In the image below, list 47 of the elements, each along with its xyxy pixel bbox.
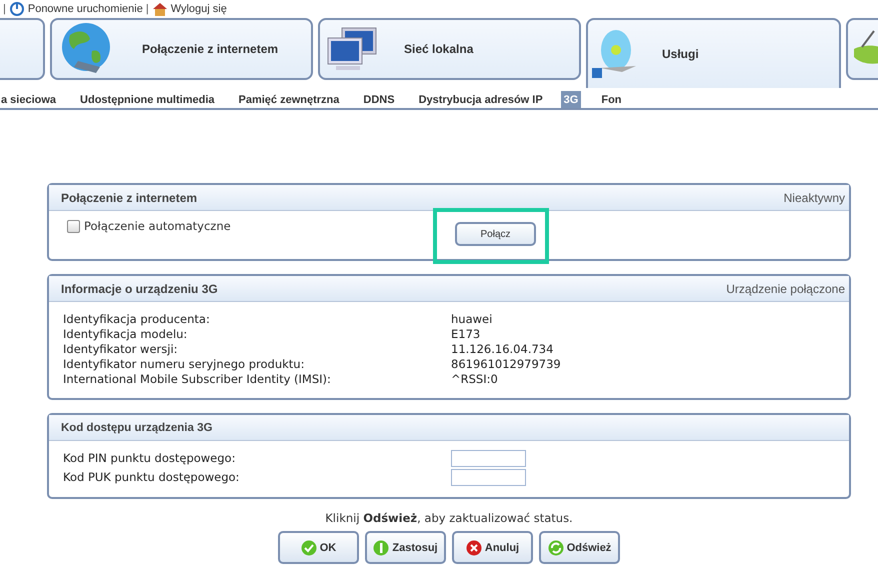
sub-tab[interactable]: DDNS xyxy=(360,91,398,108)
separator: | xyxy=(146,3,149,15)
info-label: Identyfikator wersji: xyxy=(63,342,179,357)
nav-tab[interactable] xyxy=(0,18,45,80)
info-label: Identyfikator numeru seryjnego produktu: xyxy=(63,357,306,372)
top-link[interactable]: Ponowne uruchomienie xyxy=(28,3,143,15)
exclamation-icon xyxy=(373,540,390,556)
info-label: International Mobile Subscriber Identity (IMSI): xyxy=(63,372,332,387)
separator: | xyxy=(3,3,6,15)
action-button[interactable]: Anuluj xyxy=(452,531,533,564)
checkbox[interactable]: Połączenie automatyczne xyxy=(67,219,455,247)
input-field[interactable] xyxy=(451,450,526,467)
status-message: Kliknij Odśwież, aby zaktualizować status. xyxy=(325,511,573,525)
nav-tab[interactable]: Usługi xyxy=(586,18,841,88)
panel-title: Kod dostępu urządzenia 3G xyxy=(61,422,212,434)
info-value: huawei xyxy=(451,312,494,327)
power-icon xyxy=(8,1,25,17)
sub-tab[interactable]: a sieciowa xyxy=(0,91,60,108)
nav-tab[interactable]: Połączenie z internetem xyxy=(50,18,313,80)
top-link[interactable]: Wyloguj się xyxy=(170,3,227,15)
refresh-icon xyxy=(548,540,564,556)
status-text: Urządzenie połączone xyxy=(726,282,845,296)
panel-title: Informacje o urządzeniu 3G xyxy=(61,282,218,296)
info-value: ^RSSI:0 xyxy=(451,372,499,387)
nav-tab[interactable]: Sieć lokalna xyxy=(318,18,581,80)
sub-tab[interactable]: Pamięć zewnętrzna xyxy=(236,91,342,108)
info-value: E173 xyxy=(451,327,482,342)
field-label: Kod PUK punktu dostępowego: xyxy=(63,470,240,485)
sub-tab[interactable]: Fon xyxy=(598,91,625,108)
action-button[interactable]: Odśwież xyxy=(539,531,620,564)
status-text: Nieaktywny xyxy=(784,190,845,204)
action-button[interactable]: Zastosuj xyxy=(365,531,446,564)
panel-title: Połączenie z internetem xyxy=(61,190,198,204)
sub-tab[interactable]: Dystrybucja adresów IP xyxy=(416,91,546,108)
check-icon xyxy=(300,540,317,556)
info-label: Identyfikacja producenta: xyxy=(63,312,211,327)
disc-icon xyxy=(592,28,638,80)
house-icon xyxy=(152,1,168,17)
info-value: 11.126.16.04.734 xyxy=(451,342,554,357)
action-button[interactable]: OK xyxy=(278,531,359,564)
connect-button[interactable]: Połącz xyxy=(455,222,536,246)
sub-tab[interactable]: Udostępnione multimedia xyxy=(77,91,218,108)
field-label: Kod PIN punktu dostępowego: xyxy=(63,451,236,466)
info-label: Identyfikacja modelu: xyxy=(63,327,188,342)
input-field[interactable] xyxy=(451,469,526,486)
close-icon xyxy=(466,540,482,556)
info-value: 861961012979739 xyxy=(451,357,562,372)
